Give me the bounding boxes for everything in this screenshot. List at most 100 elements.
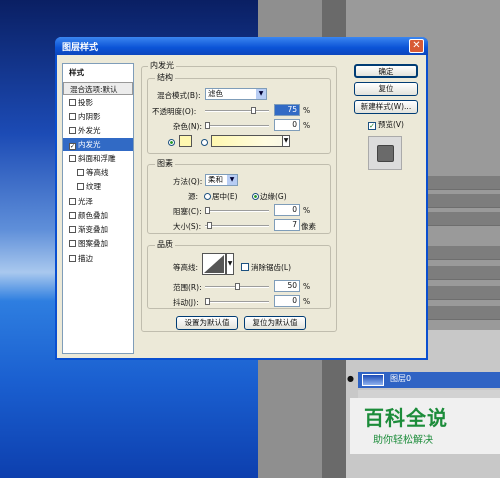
style-item-pattern-overlay[interactable]: 图案叠加 — [63, 237, 133, 250]
panel-row — [426, 194, 500, 208]
close-button[interactable]: ✕ — [409, 39, 424, 53]
slider-knob[interactable] — [205, 298, 210, 305]
slider-knob[interactable] — [251, 107, 256, 114]
style-item-label: 等高线 — [86, 168, 109, 177]
source-label: 源: — [188, 192, 199, 201]
preview-swatch — [377, 145, 394, 162]
style-item-inner-shadow[interactable]: 内阴影 — [63, 110, 133, 123]
style-item-label: 外发光 — [78, 126, 101, 135]
blend-mode-value: 滤色 — [208, 89, 223, 98]
checkbox[interactable] — [69, 198, 76, 205]
style-item-blending-options[interactable]: 混合选项:默认 — [63, 82, 133, 95]
jitter-unit: % — [303, 297, 311, 306]
style-item-contour[interactable]: 等高线 — [63, 166, 133, 179]
checkbox[interactable] — [77, 183, 84, 190]
opacity-slider[interactable] — [205, 107, 269, 114]
size-slider[interactable] — [205, 222, 269, 229]
style-item-drop-shadow[interactable]: 投影 — [63, 96, 133, 109]
checkbox-checked[interactable]: ✓ — [368, 122, 376, 130]
slider-knob[interactable] — [205, 122, 210, 129]
antialias-option[interactable]: 消除锯齿(L) — [241, 262, 291, 273]
style-item-stroke[interactable]: 描边 — [63, 252, 133, 265]
checkbox-checked[interactable]: ✓ — [69, 143, 76, 150]
choke-input[interactable]: 0 — [274, 204, 300, 216]
jitter-slider[interactable] — [205, 298, 269, 305]
dialog-titlebar[interactable] — [55, 37, 428, 55]
style-item-texture[interactable]: 纹理 — [63, 180, 133, 193]
blend-mode-select[interactable]: 滤色 ▼ — [205, 88, 267, 100]
slider-knob[interactable] — [205, 207, 210, 214]
noise-slider[interactable] — [205, 122, 269, 129]
chevron-down-icon: ▼ — [227, 175, 237, 185]
style-item-inner-glow[interactable]: ✓ 内发光 — [63, 138, 133, 151]
style-item-label: 光泽 — [78, 197, 93, 206]
color-radio[interactable] — [168, 138, 176, 147]
style-item-label: 混合选项:默认 — [70, 85, 118, 94]
opacity-label: 不透明度(O): — [152, 107, 197, 116]
watermark-title: 百科全说 — [364, 406, 448, 430]
layer-thumbnail — [362, 374, 384, 386]
opacity-input[interactable]: 75 — [274, 104, 300, 116]
slider-knob[interactable] — [235, 283, 240, 290]
style-item-satin[interactable]: 光泽 — [63, 195, 133, 208]
opacity-unit: % — [303, 106, 311, 115]
checkbox[interactable] — [77, 169, 84, 176]
chevron-down-icon[interactable]: ▼ — [282, 135, 290, 147]
checkbox[interactable] — [69, 255, 76, 262]
eye-icon[interactable]: ● — [347, 374, 357, 384]
method-select[interactable]: 柔和 ▼ — [205, 174, 238, 186]
checkbox[interactable] — [69, 226, 76, 233]
checkbox[interactable] — [69, 155, 76, 162]
new-style-button[interactable]: 新建样式(W)... — [354, 100, 418, 114]
style-item-label: 投影 — [78, 98, 93, 107]
chevron-down-icon[interactable]: ▼ — [226, 253, 234, 275]
style-list-header[interactable]: 样式 — [63, 66, 133, 79]
size-unit: 像素 — [301, 222, 316, 231]
ok-button[interactable]: 确定 — [354, 64, 418, 78]
style-item-bevel-emboss[interactable]: 斜面和浮雕 — [63, 152, 133, 165]
panel-row — [426, 212, 500, 226]
structure-title: 结构 — [155, 72, 175, 83]
reset-button[interactable]: 复位 — [354, 82, 418, 96]
style-item-outer-glow[interactable]: 外发光 — [63, 124, 133, 137]
make-default-button[interactable]: 设置为默认值 — [176, 316, 238, 330]
glow-color-swatch[interactable] — [179, 135, 192, 147]
reset-default-button[interactable]: 复位为默认值 — [244, 316, 306, 330]
size-input[interactable]: 7 — [274, 219, 300, 231]
checkbox[interactable] — [69, 99, 76, 106]
checkbox[interactable] — [69, 212, 76, 219]
radio-selected[interactable] — [252, 193, 259, 200]
choke-slider[interactable] — [205, 207, 269, 214]
checkbox[interactable] — [241, 263, 249, 271]
style-item-gradient-overlay[interactable]: 渐变叠加 — [63, 223, 133, 236]
radio[interactable] — [201, 139, 208, 146]
contour-picker[interactable] — [202, 253, 226, 275]
range-input[interactable]: 50 — [274, 280, 300, 292]
style-item-label: 内发光 — [78, 140, 101, 149]
radio[interactable] — [204, 193, 211, 200]
noise-label: 杂色(N): — [173, 122, 202, 131]
radio-selected[interactable] — [168, 139, 175, 146]
style-item-color-overlay[interactable]: 颜色叠加 — [63, 209, 133, 222]
checkbox[interactable] — [69, 127, 76, 134]
jitter-input[interactable]: 0 — [274, 295, 300, 307]
panel-row — [426, 246, 500, 260]
preview-option[interactable]: ✓ 预览(V) — [368, 119, 404, 130]
gradient-radio[interactable] — [201, 138, 209, 147]
layer-name[interactable]: 图层0 — [390, 373, 411, 384]
slider-knob[interactable] — [207, 222, 212, 229]
jitter-label: 抖动(J): — [173, 298, 199, 307]
noise-input[interactable]: 0 — [274, 119, 300, 131]
source-center-option[interactable]: 居中(E) — [204, 191, 238, 202]
source-edge-option[interactable]: 边缘(G) — [252, 191, 287, 202]
inner-glow-title: 内发光 — [148, 60, 176, 71]
gradient-picker[interactable] — [211, 135, 290, 147]
style-item-label: 内阴影 — [78, 112, 101, 121]
style-item-label: 图案叠加 — [78, 239, 108, 248]
range-slider[interactable] — [205, 283, 269, 290]
checkbox[interactable] — [69, 240, 76, 247]
center-label: 居中(E) — [212, 192, 238, 201]
style-item-label: 斜面和浮雕 — [78, 154, 116, 163]
panel-row — [426, 266, 500, 280]
checkbox[interactable] — [69, 113, 76, 120]
